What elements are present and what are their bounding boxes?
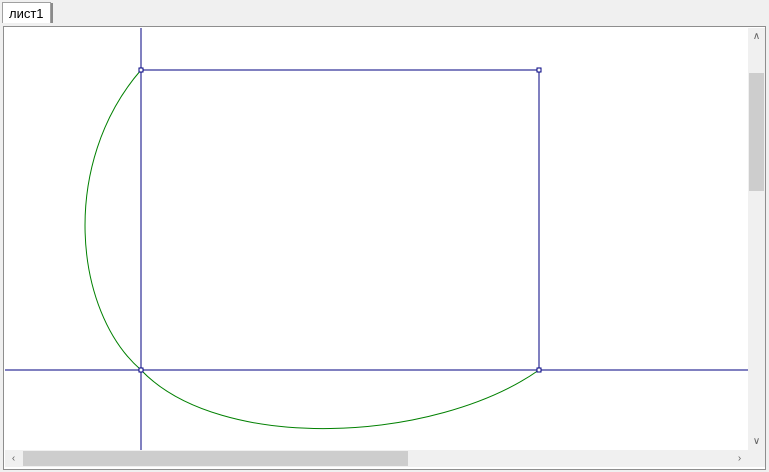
vertex-marker[interactable] — [536, 367, 542, 373]
chevron-left-icon[interactable]: ‹ — [5, 450, 22, 467]
horizontal-scrollbar[interactable]: ‹ › — [5, 450, 748, 467]
vertical-scrollbar[interactable]: ∧ ∨ — [748, 28, 765, 450]
rectangle-outline[interactable] — [141, 69, 540, 370]
vertex-marker[interactable] — [536, 67, 542, 73]
chevron-right-icon[interactable]: › — [731, 450, 748, 467]
chevron-down-icon[interactable]: ∨ — [748, 433, 765, 450]
vertex-marker[interactable] — [138, 367, 144, 373]
chevron-up-icon[interactable]: ∧ — [748, 28, 765, 45]
vertical-scroll-thumb[interactable] — [749, 73, 764, 191]
sheet-tab-strip: лист1 — [0, 0, 769, 24]
drawing-canvas[interactable] — [5, 28, 748, 450]
scrollbar-corner — [748, 450, 765, 467]
tab-label: лист1 — [9, 5, 44, 21]
green-arc[interactable] — [84, 69, 540, 429]
horizontal-scroll-thumb[interactable] — [23, 451, 408, 466]
tab-sheet-1[interactable]: лист1 — [2, 2, 53, 23]
drawing-svg[interactable] — [5, 28, 748, 450]
vertex-marker[interactable] — [138, 67, 144, 73]
drawing-window: лист1 ∧ ∨ ‹ › — [0, 0, 769, 472]
